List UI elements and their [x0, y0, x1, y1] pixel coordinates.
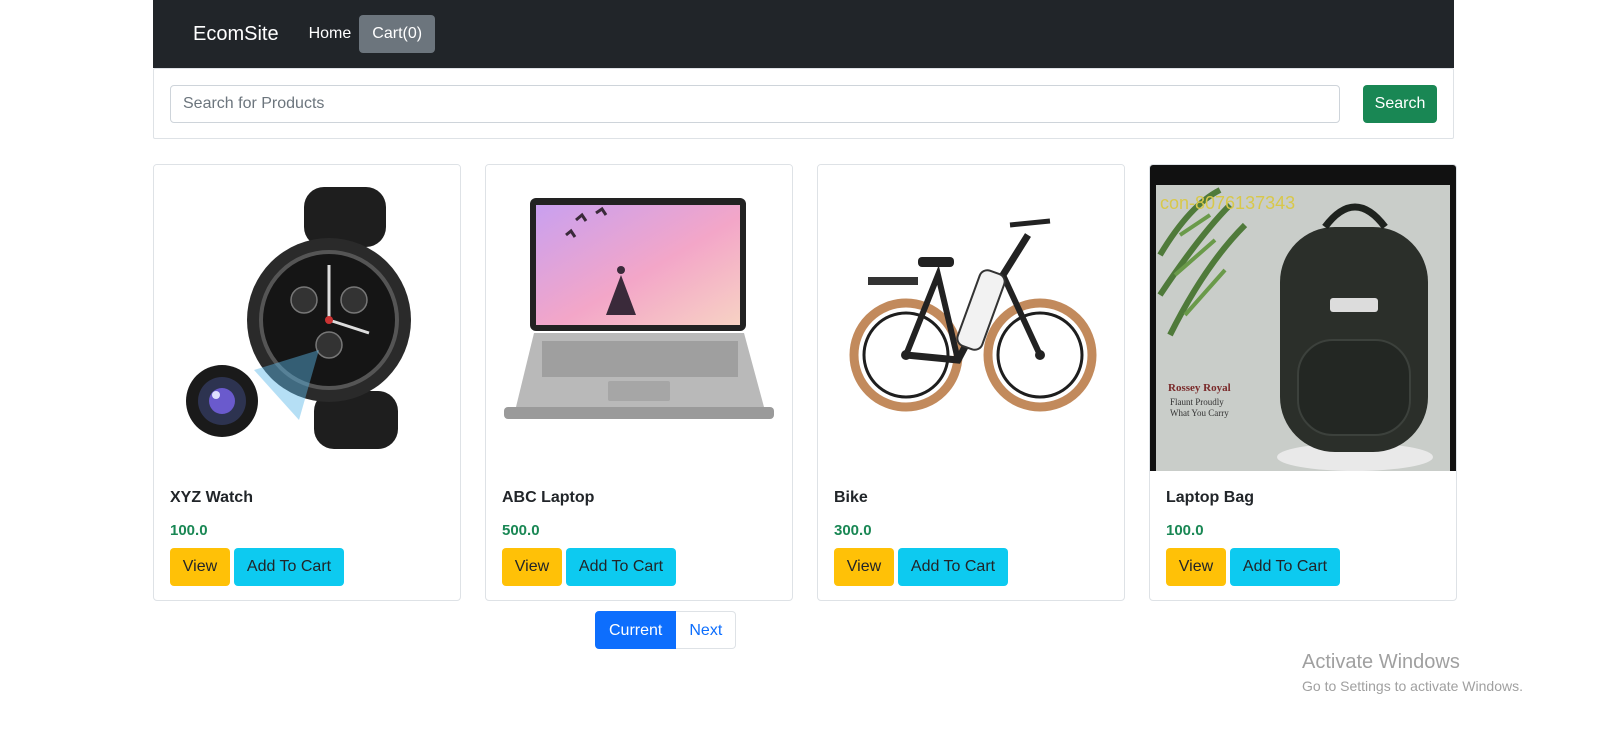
watermark-title: Activate Windows — [1302, 651, 1460, 673]
add-to-cart-button[interactable]: Add To Cart — [898, 548, 1008, 586]
search-input[interactable] — [170, 85, 1340, 123]
page-next-button[interactable]: Next — [676, 611, 737, 649]
view-button[interactable]: View — [502, 548, 562, 586]
product-name: Laptop Bag — [1166, 489, 1254, 506]
brand-logo[interactable]: EcomSite — [193, 23, 279, 46]
product-card-laptop: ABC Laptop 500.0 View Add To Cart — [485, 164, 793, 601]
windows-activation-watermark: Activate Windows Go to Settings to activ… — [1302, 651, 1523, 694]
view-button[interactable]: View — [170, 548, 230, 586]
bag-image: con-8076137343 Rossey Royal Flaunt Proud… — [1150, 165, 1456, 471]
product-price: 100.0 — [1166, 522, 1204, 539]
product-price: 100.0 — [170, 522, 208, 539]
product-price: 300.0 — [834, 522, 872, 539]
navbar: EcomSite Home Cart(0) — [153, 0, 1454, 68]
product-card-laptop-bag: con-8076137343 Rossey Royal Flaunt Proud… — [1149, 164, 1457, 601]
add-to-cart-button[interactable]: Add To Cart — [234, 548, 344, 586]
add-to-cart-button[interactable]: Add To Cart — [1230, 548, 1340, 586]
svg-text:Flaunt Proudly: Flaunt Proudly — [1170, 397, 1224, 407]
page-current-button[interactable]: Current — [595, 611, 677, 649]
nav-link-home[interactable]: Home — [303, 15, 358, 53]
product-name: Bike — [834, 489, 868, 506]
product-name: ABC Laptop — [502, 489, 595, 506]
product-card-watch: XYZ Watch 100.0 View Add To Cart — [153, 164, 461, 601]
watch-image — [154, 165, 460, 471]
svg-text:con-8076137343: con-8076137343 — [1160, 193, 1295, 213]
search-button[interactable]: Search — [1363, 85, 1437, 123]
svg-text:Rossey Royal: Rossey Royal — [1168, 382, 1231, 394]
product-card-bike: Bike 300.0 View Add To Cart — [817, 164, 1125, 601]
search-bar: Search — [153, 68, 1454, 139]
watermark-subtitle: Go to Settings to activate Windows. — [1302, 678, 1523, 694]
add-to-cart-button[interactable]: Add To Cart — [566, 548, 676, 586]
product-price: 500.0 — [502, 522, 540, 539]
nav-link-cart[interactable]: Cart(0) — [359, 15, 436, 53]
laptop-image — [486, 165, 792, 471]
svg-text:What You Carry: What You Carry — [1170, 408, 1229, 418]
bike-image — [818, 165, 1124, 471]
pagination: Current Next — [595, 611, 737, 649]
view-button[interactable]: View — [1166, 548, 1226, 586]
product-name: XYZ Watch — [170, 489, 253, 506]
view-button[interactable]: View — [834, 548, 894, 586]
